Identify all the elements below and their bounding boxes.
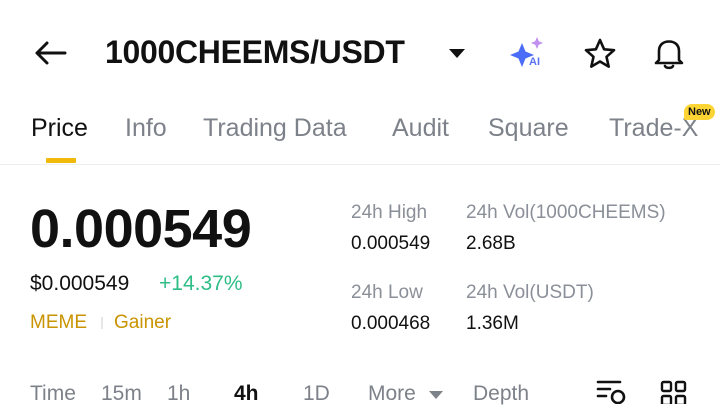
favorite-button[interactable] bbox=[580, 34, 620, 74]
pair-title[interactable]: 1000CHEEMS/USDT bbox=[105, 32, 405, 72]
tab-audit[interactable]: Audit bbox=[392, 112, 449, 144]
fiat-price: $0.000549 bbox=[30, 272, 130, 295]
interval-time[interactable]: Time bbox=[30, 378, 76, 410]
last-price: 0.000549 bbox=[30, 199, 252, 259]
caret-down-icon bbox=[449, 49, 465, 58]
chart-settings-icon bbox=[596, 380, 626, 405]
high-value: 0.000549 bbox=[351, 233, 431, 254]
price-change: +14.37% bbox=[159, 272, 243, 295]
more-dropdown-icon[interactable] bbox=[428, 388, 444, 406]
vol-base-value: 2.68B bbox=[466, 233, 516, 254]
tag-divider bbox=[101, 317, 103, 329]
depth-tab[interactable]: Depth bbox=[473, 378, 529, 410]
new-badge: New bbox=[684, 104, 715, 120]
high-label: 24h High bbox=[351, 202, 428, 223]
interval-15m[interactable]: 15m bbox=[101, 378, 142, 410]
interval-more[interactable]: More bbox=[368, 378, 416, 410]
interval-1d[interactable]: 1D bbox=[303, 378, 330, 410]
low-value: 0.000468 bbox=[351, 313, 431, 334]
pair-dropdown-button[interactable] bbox=[444, 40, 470, 66]
back-button[interactable] bbox=[30, 36, 70, 70]
bell-icon bbox=[654, 40, 684, 70]
star-icon bbox=[584, 38, 616, 68]
vol-quote-value: 1.36M bbox=[466, 313, 519, 334]
ai-sparkle-icon: AI bbox=[510, 37, 543, 68]
tab-info[interactable]: Info bbox=[125, 112, 167, 144]
vol-base-label: 24h Vol(1000CHEEMS) bbox=[466, 202, 666, 223]
detail-tabs: Price Info Trading Data Audit Square Tra… bbox=[0, 104, 720, 165]
chart-settings-button[interactable] bbox=[596, 378, 628, 409]
arrow-left-icon bbox=[35, 41, 67, 65]
caret-down-icon bbox=[429, 391, 443, 399]
interval-4h[interactable]: 4h bbox=[234, 378, 259, 410]
tab-trading-data[interactable]: Trading Data bbox=[203, 112, 347, 144]
tag-gainer[interactable]: Gainer bbox=[114, 310, 171, 336]
grid-icon bbox=[660, 380, 687, 407]
tab-price[interactable]: Price bbox=[31, 112, 88, 144]
vol-quote-label: 24h Vol(USDT) bbox=[466, 282, 594, 303]
low-label: 24h Low bbox=[351, 282, 423, 303]
layout-button[interactable] bbox=[660, 380, 688, 409]
ai-label: AI bbox=[529, 56, 540, 68]
interval-1h[interactable]: 1h bbox=[167, 378, 190, 410]
tag-meme[interactable]: MEME bbox=[30, 310, 87, 336]
alert-button[interactable] bbox=[649, 33, 689, 73]
tab-square[interactable]: Square bbox=[488, 112, 569, 144]
ai-button[interactable]: AI bbox=[506, 34, 554, 74]
active-tab-indicator bbox=[46, 158, 76, 163]
